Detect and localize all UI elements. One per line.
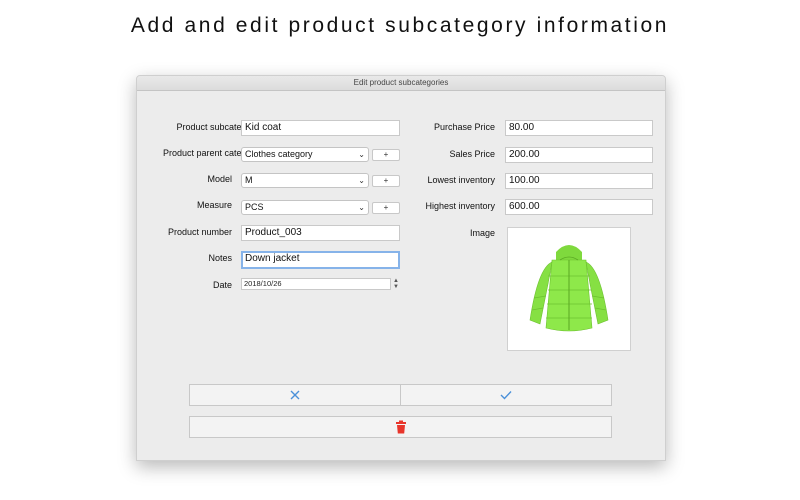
parent-category-select[interactable]: Clothes category ⌄	[241, 147, 369, 162]
product-number-label: Product number	[167, 227, 232, 237]
date-label: Date	[212, 280, 232, 290]
measure-label: Measure	[196, 200, 232, 210]
image-label: Image	[469, 228, 495, 238]
model-value: M	[245, 175, 253, 185]
model-label: Model	[207, 174, 232, 184]
measure-select[interactable]: PCS ⌄	[241, 200, 369, 215]
sales-price-label: Sales Price	[449, 149, 495, 159]
chevron-down-icon: ⌄	[358, 203, 365, 212]
chevron-down-icon: ⌄	[358, 176, 365, 185]
parent-category-value: Clothes category	[245, 149, 313, 159]
page-headline: Add and edit product subcategory informa…	[130, 14, 670, 37]
date-field[interactable]: 2018/10/26	[241, 278, 391, 290]
product-image-box[interactable]	[507, 227, 631, 351]
notes-field[interactable]: Down jacket	[241, 251, 400, 269]
measure-value: PCS	[245, 202, 264, 212]
lowest-inventory-label: Lowest inventory	[427, 175, 495, 185]
window-title: Edit product subcategories	[137, 76, 665, 91]
jacket-image	[529, 245, 609, 332]
sales-price-field[interactable]: 200.00	[505, 147, 653, 163]
notes-label: Notes	[208, 253, 232, 263]
checkmark-icon	[500, 391, 512, 400]
purchase-price-label: Purchase Price	[433, 122, 495, 132]
edit-window: Edit product subcategories Product subca…	[136, 75, 666, 461]
close-icon	[290, 390, 300, 400]
date-stepper[interactable]: ▲ ▼	[392, 278, 400, 290]
parent-category-label: Product parent category	[162, 148, 259, 158]
cancel-button[interactable]	[189, 384, 401, 406]
confirm-button[interactable]	[400, 384, 612, 406]
purchase-price-field[interactable]: 80.00	[505, 120, 653, 136]
delete-button[interactable]	[189, 416, 612, 438]
chevron-down-icon: ⌄	[358, 150, 365, 159]
highest-inventory-field[interactable]: 600.00	[505, 199, 653, 215]
trash-icon	[395, 420, 406, 434]
highest-inventory-label: Highest inventory	[425, 201, 495, 211]
model-select[interactable]: M ⌄	[241, 173, 369, 188]
lowest-inventory-field[interactable]: 100.00	[505, 173, 653, 189]
